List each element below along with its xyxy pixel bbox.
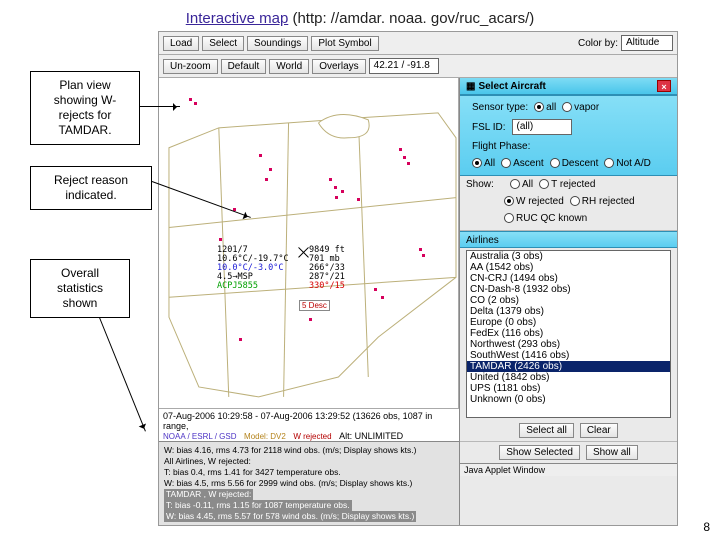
time-bar: 07-Aug-2006 10:29:58 - 07-Aug-2006 13:29… bbox=[159, 408, 459, 441]
list-item[interactable]: CN-CRJ (1494 obs) bbox=[467, 273, 670, 284]
radio-show-ruc[interactable] bbox=[504, 213, 514, 223]
radio-fp-all[interactable] bbox=[472, 158, 482, 168]
title-link[interactable]: Interactive map bbox=[186, 10, 289, 27]
map-outline bbox=[159, 78, 458, 407]
time-range: 07-Aug-2006 10:29:58 - 07-Aug-2006 13:29… bbox=[163, 411, 455, 431]
colorby-label: Color by: bbox=[578, 38, 618, 49]
load-button[interactable]: Load bbox=[163, 36, 199, 51]
airlines-label: Airlines bbox=[466, 235, 499, 246]
flight-phase-label: Flight Phase: bbox=[472, 141, 665, 152]
panel-titlebar: ▦ Select Aircraft × bbox=[460, 78, 677, 95]
radio-fp-descent[interactable] bbox=[550, 158, 560, 168]
list-item[interactable]: FedEx (116 obs) bbox=[467, 328, 670, 339]
list-item[interactable]: AA (1542 obs) bbox=[467, 262, 670, 273]
sensor-type-label: Sensor type: bbox=[472, 102, 528, 113]
alt-label: Alt: UNLIMITED bbox=[339, 431, 403, 441]
toolbar-second: Un-zoom Default World Overlays 42.21 / -… bbox=[159, 55, 677, 78]
select-button[interactable]: Select bbox=[202, 36, 244, 51]
radio-show-trej[interactable] bbox=[539, 179, 549, 189]
clear-button[interactable]: Clear bbox=[580, 423, 618, 438]
colorby-select[interactable]: Altitude bbox=[621, 35, 673, 51]
reject-popup: 5 Desc bbox=[299, 300, 330, 311]
overlays-button[interactable]: Overlays bbox=[312, 59, 365, 74]
toolbar-top: Load Select Soundings Plot Symbol Color … bbox=[159, 32, 677, 55]
plot-symbol-button[interactable]: Plot Symbol bbox=[311, 36, 378, 51]
unzoom-button[interactable]: Un-zoom bbox=[163, 59, 218, 74]
obs-readout: 1201/7 10.6°C/-19.7°C 10.0°C/-3.0°C 4.5→… bbox=[217, 246, 289, 291]
provider-link[interactable]: NOAA / ESRL / GSD bbox=[163, 432, 237, 441]
annotation-statistics: Overallstatisticsshown bbox=[30, 259, 130, 318]
slide-title: Interactive map (http: //amdar. noaa. go… bbox=[0, 0, 720, 31]
close-icon[interactable]: × bbox=[657, 80, 671, 92]
arrow-icon bbox=[140, 106, 180, 107]
radio-show-wrej[interactable] bbox=[504, 196, 514, 206]
select-aircraft-panel: ▦ Select Aircraft × Sensor type: all vap… bbox=[459, 78, 677, 525]
default-button[interactable]: Default bbox=[221, 59, 267, 74]
stats-panel: W: bias 4.16, rms 4.73 for 2118 wind obs… bbox=[159, 441, 459, 525]
annotation-reject-reason: Reject reasonindicated. bbox=[30, 166, 152, 210]
show-label: Show: bbox=[466, 179, 504, 190]
fsl-id-label: FSL ID: bbox=[472, 122, 506, 133]
list-item[interactable]: CO (2 obs) bbox=[467, 295, 670, 306]
list-item[interactable]: CN-Dash-8 (1932 obs) bbox=[467, 284, 670, 295]
list-item[interactable]: Northwest (293 obs) bbox=[467, 339, 670, 350]
coords-field[interactable]: 42.21 / -91.8 bbox=[369, 58, 439, 74]
list-item[interactable]: TAMDAR (2426 obs) bbox=[467, 361, 670, 372]
title-url: (http: //amdar. noaa. gov/ruc_acars/) bbox=[288, 10, 534, 27]
java-footer: Java Applet Window bbox=[460, 463, 677, 476]
fsl-id-field[interactable]: (all) bbox=[512, 119, 572, 135]
page-number: 8 bbox=[703, 520, 710, 534]
select-all-button[interactable]: Select all bbox=[519, 423, 574, 438]
radio-sensor-vapor[interactable] bbox=[562, 102, 572, 112]
radio-sensor-all[interactable] bbox=[534, 102, 544, 112]
world-button[interactable]: World bbox=[269, 59, 309, 74]
wrej-label: W rejected bbox=[293, 432, 331, 441]
radio-show-all[interactable] bbox=[510, 179, 520, 189]
radio-fp-ascent[interactable] bbox=[501, 158, 511, 168]
radio-fp-notad[interactable] bbox=[604, 158, 614, 168]
list-item[interactable]: United (1842 obs) bbox=[467, 372, 670, 383]
list-item[interactable]: Unknown (0 obs) bbox=[467, 394, 670, 405]
list-item[interactable]: Europe (0 obs) bbox=[467, 317, 670, 328]
panel-title-text: Select Aircraft bbox=[478, 81, 545, 92]
map-canvas[interactable]: 1201/7 10.6°C/-19.7°C 10.0°C/-3.0°C 4.5→… bbox=[159, 78, 459, 408]
list-item[interactable]: Delta (1379 obs) bbox=[467, 306, 670, 317]
show-selected-button[interactable]: Show Selected bbox=[499, 445, 580, 460]
soundings-button[interactable]: Soundings bbox=[247, 36, 308, 51]
obs-readout-right: 9849 ft 701 mb 266°/33 287°/21 330°/15 bbox=[309, 246, 345, 291]
model-label: Model: DV2 bbox=[244, 432, 286, 441]
applet-window: Load Select Soundings Plot Symbol Color … bbox=[158, 31, 678, 526]
radio-show-rhrej[interactable] bbox=[570, 196, 580, 206]
list-item[interactable]: Australia (3 obs) bbox=[467, 251, 670, 262]
window-icon: ▦ bbox=[466, 81, 475, 92]
annotation-plan-view: Plan viewshowing W-rejects forTAMDAR. bbox=[30, 71, 140, 145]
airlines-listbox[interactable]: Australia (3 obs)AA (1542 obs)CN-CRJ (14… bbox=[466, 250, 671, 418]
show-all-button[interactable]: Show all bbox=[586, 445, 638, 460]
list-item[interactable]: SouthWest (1416 obs) bbox=[467, 350, 670, 361]
list-item[interactable]: UPS (1181 obs) bbox=[467, 383, 670, 394]
arrow-icon bbox=[93, 301, 146, 431]
